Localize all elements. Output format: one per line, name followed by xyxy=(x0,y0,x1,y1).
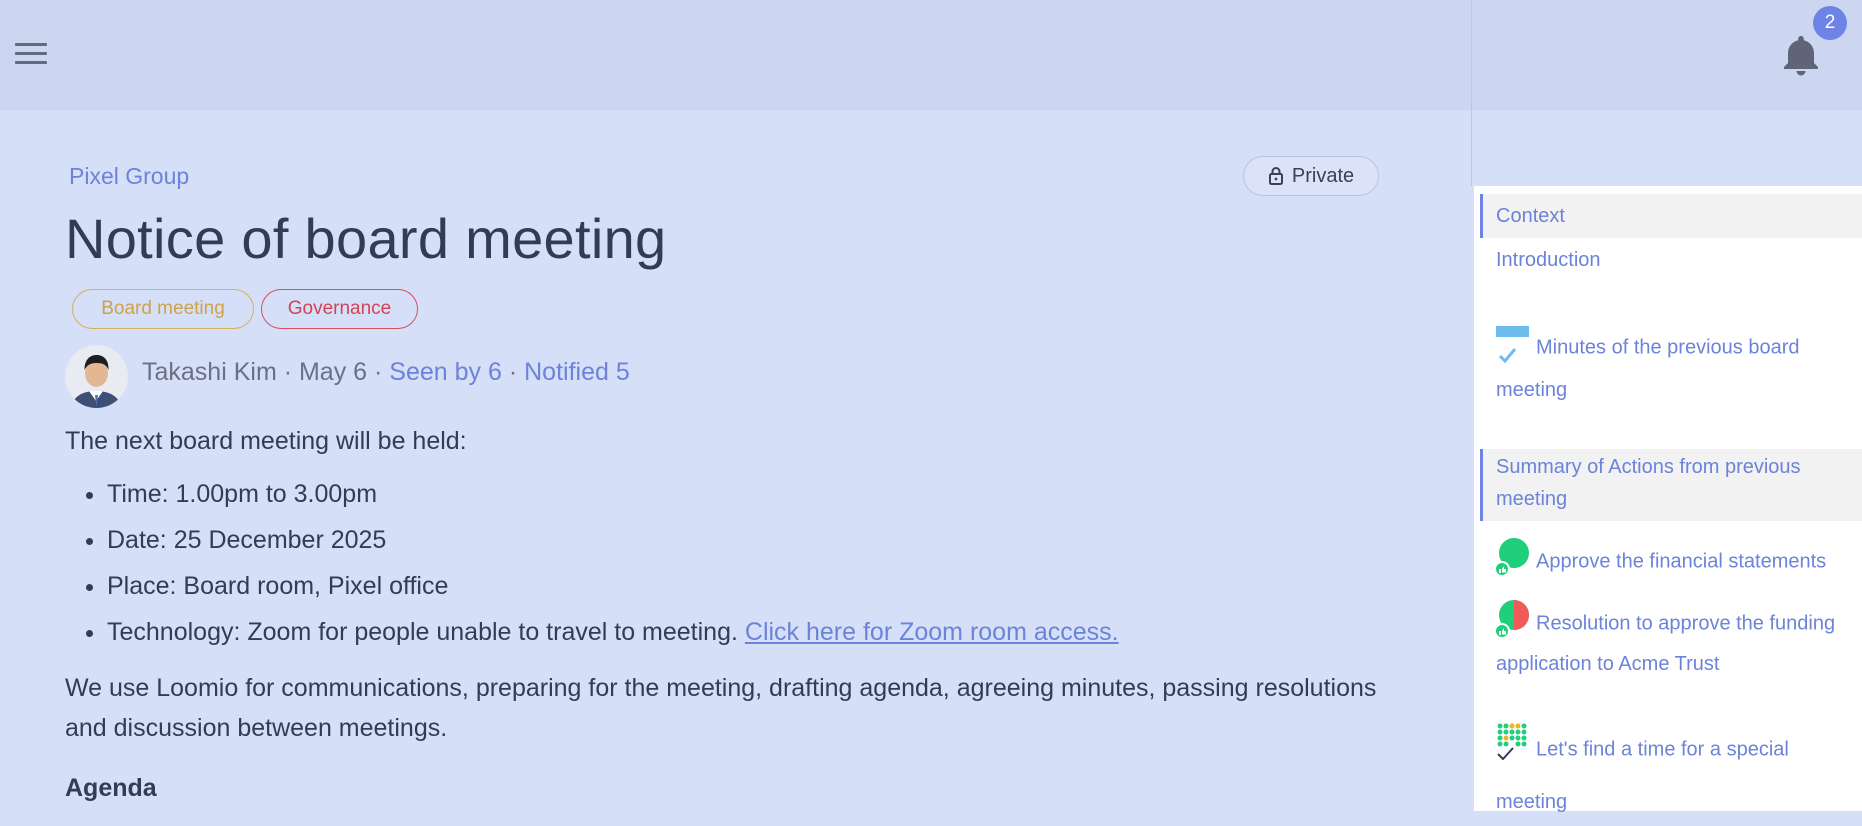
toc-item-funding-resolution[interactable]: Resolution to approve the funding applic… xyxy=(1480,600,1862,680)
detail-date: Date: 25 December 2025 xyxy=(107,526,387,554)
notified-link[interactable]: Notified 5 xyxy=(524,358,630,386)
poll-check-icon xyxy=(1496,322,1530,374)
proposal-mixed-icon xyxy=(1494,600,1530,648)
toc-item-label: Resolution to approve the funding applic… xyxy=(1496,612,1836,675)
toc-item-label: Let's find a time for a special meeting xyxy=(1496,738,1789,813)
list-item: Time: 1.00pm to 3.00pm xyxy=(107,473,1119,519)
detail-place: Place: Board room, Pixel office xyxy=(107,572,449,600)
toc-item-label: Approve the financial statements xyxy=(1536,550,1827,573)
agenda-heading: Agenda xyxy=(65,774,157,802)
meta-separator: · xyxy=(367,358,390,386)
list-item: Place: Board room, Pixel office xyxy=(107,565,1119,611)
notification-count-badge: 2 xyxy=(1813,6,1847,40)
toc-item-minutes[interactable]: Minutes of the previous board meeting xyxy=(1480,322,1850,406)
privacy-label: Private xyxy=(1291,164,1355,187)
author-name[interactable]: Takashi Kim xyxy=(142,358,277,386)
loomio-paragraph: We use Loomio for communications, prepar… xyxy=(65,674,1377,742)
toc-item-financial-statements[interactable]: Approve the financial statements xyxy=(1480,538,1850,586)
sidebar-header-band xyxy=(1471,110,1862,186)
time-poll-icon xyxy=(1496,722,1530,778)
table-of-contents: Context Introduction Minutes of the prev… xyxy=(1474,186,1862,813)
privacy-button[interactable]: Private xyxy=(1243,156,1379,196)
top-app-bar xyxy=(0,0,1471,110)
hamburger-menu-icon[interactable] xyxy=(15,43,47,67)
toc-item-context[interactable]: Context xyxy=(1480,194,1862,238)
tag-board-meeting[interactable]: Board meeting xyxy=(72,289,254,329)
toc-item-label: Minutes of the previous board meeting xyxy=(1496,336,1800,401)
lock-icon xyxy=(1268,167,1283,185)
bell-icon[interactable] xyxy=(1781,32,1821,78)
list-item: Technology: Zoom for people unable to tr… xyxy=(107,611,1119,657)
intro-paragraph: The next board meeting will be held: xyxy=(65,427,467,455)
toc-item-introduction[interactable]: Introduction xyxy=(1480,238,1862,282)
post-date: May 6 xyxy=(298,358,368,386)
seen-by-link[interactable]: Seen by 6 xyxy=(389,358,502,386)
top-app-bar-right: 2 xyxy=(1471,0,1862,110)
toc-item-label: Context xyxy=(1496,205,1565,227)
toc-item-special-meeting[interactable]: Let's find a time for a special meeting xyxy=(1480,722,1810,826)
group-breadcrumb-link[interactable]: Pixel Group xyxy=(69,163,189,190)
tag-governance[interactable]: Governance xyxy=(261,289,418,329)
detail-time: Time: 1.00pm to 3.00pm xyxy=(107,480,378,508)
toc-item-summary-actions[interactable]: Summary of Actions from previous meeting xyxy=(1480,449,1862,521)
meta-separator: · xyxy=(501,358,525,386)
toc-item-label: Summary of Actions from previous meeting xyxy=(1496,456,1801,510)
proposal-agree-icon xyxy=(1494,538,1530,586)
author-avatar[interactable] xyxy=(65,345,128,408)
list-item: Date: 25 December 2025 xyxy=(107,519,1119,565)
meta-separator: · xyxy=(276,358,299,386)
thread-meta: Takashi Kim · May 6 · Seen by 6 · Notifi… xyxy=(142,358,630,387)
detail-technology: Technology: Zoom for people unable to tr… xyxy=(107,618,745,646)
zoom-access-link[interactable]: Click here for Zoom room access. xyxy=(745,618,1119,646)
thread-title: Notice of board meeting xyxy=(65,207,667,270)
meeting-details-list: Time: 1.00pm to 3.00pm Date: 25 December… xyxy=(65,473,1119,657)
toc-item-label: Introduction xyxy=(1496,249,1601,271)
